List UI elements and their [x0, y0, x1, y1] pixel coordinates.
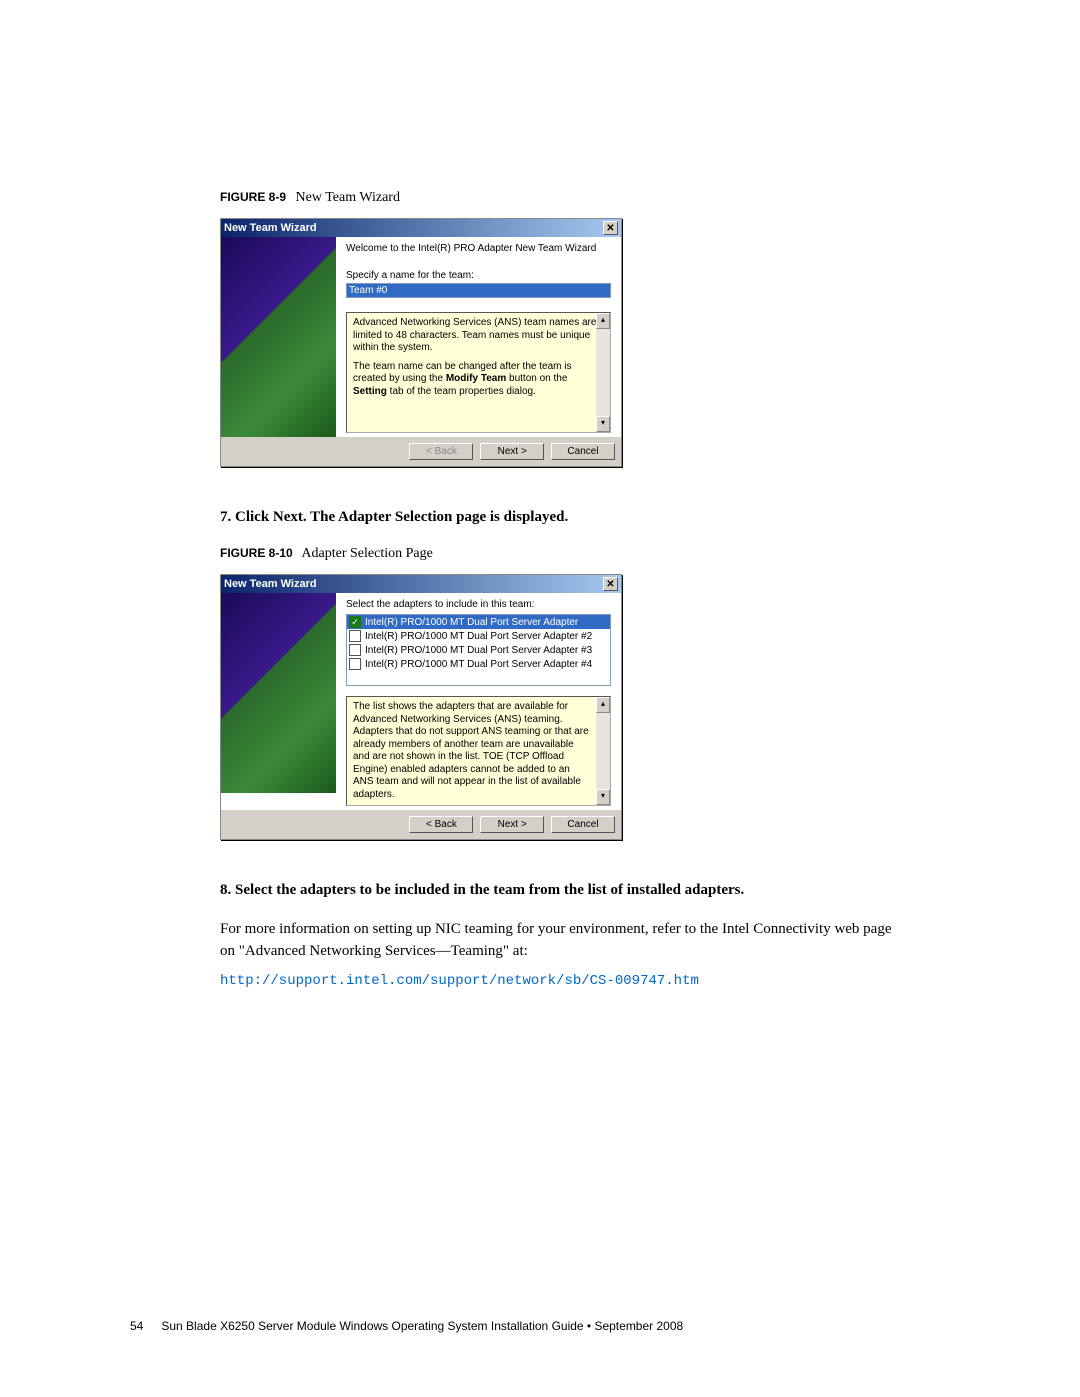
step-8: 8. Select the adapters to be included in… [220, 880, 900, 901]
back-button: < Back [409, 443, 473, 460]
info-text: The list shows the adapters that are ava… [353, 701, 604, 801]
wizard-dialog-adapter-selection: New Team Wizard ✕ Select the adapters to… [220, 574, 622, 840]
team-name-input[interactable] [346, 283, 611, 298]
wizard-titlebar: New Team Wizard ✕ [221, 219, 621, 237]
step-7: 7. Click Next. The Adapter Selection pag… [220, 507, 900, 528]
wizard-dialog-new-team: New Team Wizard ✕ Welcome to the Intel(R… [220, 218, 622, 467]
scroll-up-icon[interactable]: ▴ [596, 313, 610, 329]
next-button[interactable]: Next > [480, 443, 544, 460]
figure-caption-2: FIGURE 8-10 Adapter Selection Page [220, 546, 900, 562]
adapter-row[interactable]: Intel(R) PRO/1000 MT Dual Port Server Ad… [347, 629, 610, 643]
scrollbar[interactable]: ▴ ▾ [596, 313, 610, 432]
wizard-side-image [221, 237, 336, 437]
adapter-name: Intel(R) PRO/1000 MT Dual Port Server Ad… [365, 631, 592, 642]
wizard-titlebar: New Team Wizard ✕ [221, 575, 621, 593]
adapter-name: Intel(R) PRO/1000 MT Dual Port Server Ad… [365, 617, 578, 628]
close-icon[interactable]: ✕ [603, 221, 618, 235]
next-button[interactable]: Next > [480, 816, 544, 833]
adapter-row[interactable]: ✓ Intel(R) PRO/1000 MT Dual Port Server … [347, 615, 610, 629]
adapter-row[interactable]: Intel(R) PRO/1000 MT Dual Port Server Ad… [347, 657, 610, 671]
adapter-name: Intel(R) PRO/1000 MT Dual Port Server Ad… [365, 659, 592, 670]
adapter-select-label: Select the adapters to include in this t… [346, 599, 611, 610]
page-footer: 54 Sun Blade X6250 Server Module Windows… [130, 1319, 980, 1333]
scroll-down-icon[interactable]: ▾ [596, 416, 610, 432]
close-icon[interactable]: ✕ [603, 577, 618, 591]
document-page: FIGURE 8-9 New Team Wizard New Team Wiza… [0, 0, 1080, 1397]
wizard-button-row: < Back Next > Cancel [221, 437, 621, 466]
body-paragraph: For more information on setting up NIC t… [220, 919, 900, 963]
figure-label: FIGURE 8-10 [220, 546, 293, 560]
info-text-1: Advanced Networking Services (ANS) team … [353, 317, 604, 355]
cancel-button[interactable]: Cancel [551, 816, 615, 833]
figure-title: New Team Wizard [296, 190, 400, 205]
wizard-side-image [221, 593, 336, 793]
checkbox-icon[interactable] [349, 630, 361, 642]
wizard-welcome-text: Welcome to the Intel(R) PRO Adapter New … [346, 243, 611, 254]
info-text-2: The team name can be changed after the t… [353, 361, 604, 399]
wizard-title: New Team Wizard [224, 222, 317, 234]
checkbox-icon[interactable] [349, 658, 361, 670]
support-link[interactable]: http://support.intel.com/support/network… [220, 973, 900, 989]
adapter-list[interactable]: ✓ Intel(R) PRO/1000 MT Dual Port Server … [346, 614, 611, 686]
figure-title: Adapter Selection Page [301, 546, 432, 561]
adapter-row[interactable]: Intel(R) PRO/1000 MT Dual Port Server Ad… [347, 643, 610, 657]
figure-caption-1: FIGURE 8-9 New Team Wizard [220, 190, 900, 206]
figure-label: FIGURE 8-9 [220, 190, 286, 204]
checkbox-icon[interactable]: ✓ [349, 616, 361, 628]
footer-text: Sun Blade X6250 Server Module Windows Op… [161, 1319, 683, 1333]
wizard-title: New Team Wizard [224, 578, 317, 590]
scrollbar[interactable]: ▴ ▾ [596, 697, 610, 805]
scroll-up-icon[interactable]: ▴ [596, 697, 610, 713]
page-number: 54 [130, 1319, 143, 1333]
wizard-button-row: < Back Next > Cancel [221, 810, 621, 839]
team-name-label: Specify a name for the team: [346, 270, 611, 281]
adapter-name: Intel(R) PRO/1000 MT Dual Port Server Ad… [365, 645, 592, 656]
info-box: Advanced Networking Services (ANS) team … [346, 312, 611, 433]
info-box: The list shows the adapters that are ava… [346, 696, 611, 806]
checkbox-icon[interactable] [349, 644, 361, 656]
scroll-down-icon[interactable]: ▾ [596, 789, 610, 805]
back-button[interactable]: < Back [409, 816, 473, 833]
cancel-button[interactable]: Cancel [551, 443, 615, 460]
